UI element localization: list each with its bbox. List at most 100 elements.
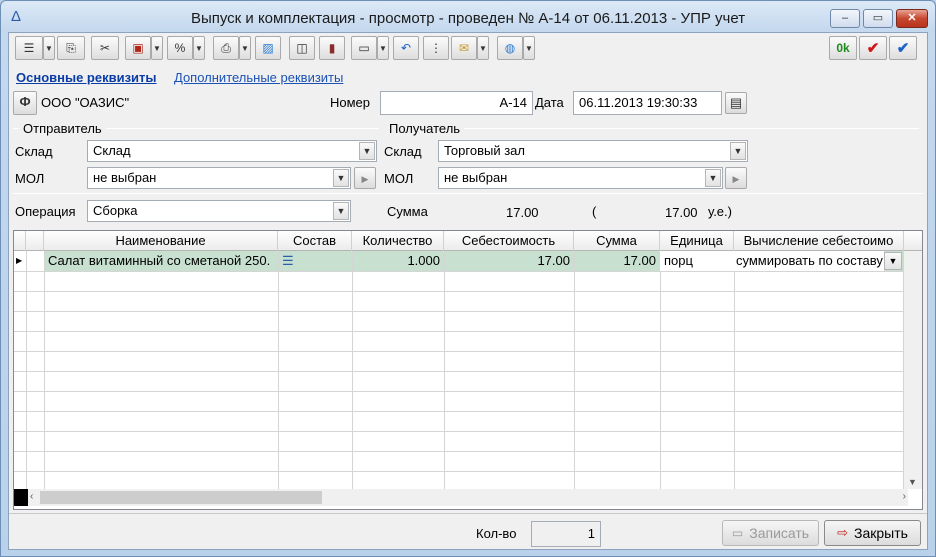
save-button[interactable]: ▭ Записать	[722, 520, 819, 546]
sender-mol-select[interactable]: не выбран ▼	[87, 167, 351, 189]
number-field[interactable]: А-14	[380, 91, 533, 115]
tag-button[interactable]: ▭	[351, 36, 377, 60]
scroll-corner	[14, 489, 28, 506]
list-dropdown[interactable]: ▼	[43, 36, 55, 60]
cell-sum[interactable]: 17.00	[574, 251, 660, 271]
organization-button[interactable]: Ф	[13, 91, 37, 115]
receiver-mol-select[interactable]: не выбран ▼	[438, 167, 723, 189]
percent-dropdown[interactable]: ▼	[193, 36, 205, 60]
ok-button[interactable]: 0k	[829, 36, 857, 60]
grid-line	[574, 251, 575, 489]
cell-quantity[interactable]: 1.000	[352, 251, 444, 271]
accept-red-button[interactable]: ✔	[859, 36, 887, 60]
col-header-name[interactable]: Наименование	[44, 231, 278, 251]
receiver-mol-value: не выбран	[444, 170, 508, 185]
sum-label: Сумма	[387, 204, 428, 219]
col-header-cost[interactable]: Себестоимость	[444, 231, 574, 251]
scroll-right-icon[interactable]: ›	[903, 491, 906, 502]
document-dropdown[interactable]: ▼	[151, 36, 163, 60]
document-button[interactable]: ▣	[125, 36, 151, 60]
grid-line	[26, 251, 27, 489]
print-button[interactable]: ⎙	[213, 36, 239, 60]
scroll-left-icon[interactable]: ‹	[30, 491, 33, 502]
operation-label: Операция	[15, 204, 76, 219]
horizontal-scrollbar[interactable]: ‹ ›	[28, 489, 908, 506]
chevron-down-icon[interactable]: ▼	[333, 202, 349, 220]
sender-title: Отправитель	[19, 121, 106, 136]
image-icon: ▨	[262, 41, 274, 55]
cell-cost-calc[interactable]: суммировать по составу	[734, 251, 884, 271]
grid-line	[352, 251, 353, 489]
cell-cost[interactable]: 17.00	[444, 251, 574, 271]
globe-icon: ◍	[504, 41, 516, 55]
globe-dropdown[interactable]: ▼	[523, 36, 535, 60]
check-blue-icon: ✔	[896, 40, 910, 57]
chevron-down-icon[interactable]: ▼	[884, 252, 902, 270]
receiver-warehouse-select[interactable]: Торговый зал ▼	[438, 140, 748, 162]
cut-button[interactable]: ✂	[91, 36, 119, 60]
print-dropdown[interactable]: ▼	[239, 36, 251, 60]
chevron-down-icon[interactable]: ▼	[359, 142, 375, 160]
col-header-unit[interactable]: Единица	[660, 231, 734, 251]
percent-button[interactable]: %	[167, 36, 193, 60]
scroll-down-icon[interactable]: ▼	[908, 477, 917, 487]
close-button[interactable]: ⇨ Закрыть	[824, 520, 921, 546]
grid-line	[14, 291, 904, 292]
count-field: 1	[531, 521, 601, 547]
percent-icon: %	[174, 41, 186, 55]
col-header-quantity[interactable]: Количество	[352, 231, 444, 251]
organization-name: ООО "ОАЗИС"	[41, 95, 130, 110]
receiver-mol-pick-button[interactable]: ▶	[725, 167, 747, 189]
col-header-sum[interactable]: Сумма	[574, 231, 660, 251]
receiver-warehouse-value: Торговый зал	[444, 143, 525, 158]
list-icon: ☰	[23, 41, 35, 55]
chevron-down-icon[interactable]: ▼	[333, 169, 349, 187]
calendar-icon: ▤	[729, 95, 743, 110]
horizontal-scroll-thumb[interactable]	[40, 491, 322, 504]
operation-separator	[13, 193, 923, 194]
sum-paren-open: (	[592, 204, 597, 219]
operation-select[interactable]: Сборка ▼	[87, 200, 351, 222]
col-header-cost-calc[interactable]: Вычисление себестоимо	[734, 231, 904, 251]
chevron-down-icon[interactable]: ▼	[705, 169, 721, 187]
list-button[interactable]: ☰	[15, 36, 43, 60]
copy-icon: ⎘	[66, 41, 76, 55]
minimize-button[interactable]: –	[830, 9, 860, 28]
envelope-dropdown[interactable]: ▼	[477, 36, 489, 60]
scissors-icon: ✂	[99, 41, 111, 55]
envelope-button[interactable]: ✉	[451, 36, 477, 60]
tab-main-details[interactable]: Основные реквизиты	[16, 70, 157, 85]
cell-name[interactable]: Салат витаминный со сметаной 250.	[44, 251, 278, 271]
tab-additional-details[interactable]: Дополнительные реквизиты	[174, 70, 343, 85]
maximize-button[interactable]: ▭	[863, 9, 893, 28]
tree-button[interactable]: ⋮	[423, 36, 449, 60]
indicator-header	[14, 231, 26, 251]
grid-line	[278, 251, 279, 489]
sender-warehouse-select[interactable]: Склад ▼	[87, 140, 377, 162]
calendar-button[interactable]: ▤	[725, 92, 747, 114]
date-field[interactable]: 06.11.2013 19:30:33	[573, 91, 722, 115]
close-window-button[interactable]: ✕	[896, 9, 928, 28]
pick-icon: ▶	[361, 174, 369, 184]
count-label: Кол-во	[476, 526, 517, 541]
col-header-composition[interactable]: Состав	[278, 231, 352, 251]
journal-button[interactable]: ▮	[319, 36, 345, 60]
undo-button[interactable]: ↶	[393, 36, 419, 60]
footer-separator	[9, 513, 927, 514]
cell-unit[interactable]: порц	[660, 251, 734, 271]
vertical-scrollbar[interactable]: ▼	[904, 251, 922, 489]
title-bar: Δ Выпуск и комплектация - просмотр - про…	[1, 1, 935, 33]
accept-blue-button[interactable]: ✔	[889, 36, 917, 60]
pick-icon: ▶	[732, 174, 740, 184]
grid-line	[14, 351, 904, 352]
composition-list-icon[interactable]: ☰	[278, 251, 352, 271]
globe-button[interactable]: ◍	[497, 36, 523, 60]
copy-button[interactable]: ⎘	[57, 36, 85, 60]
sender-mol-pick-button[interactable]: ▶	[354, 167, 376, 189]
book-button[interactable]: ◫	[289, 36, 315, 60]
image-button[interactable]: ▨	[255, 36, 281, 60]
sender-warehouse-value: Склад	[93, 143, 131, 158]
chevron-down-icon[interactable]: ▼	[730, 142, 746, 160]
book-icon: ◫	[296, 41, 308, 55]
tag-dropdown[interactable]: ▼	[377, 36, 389, 60]
